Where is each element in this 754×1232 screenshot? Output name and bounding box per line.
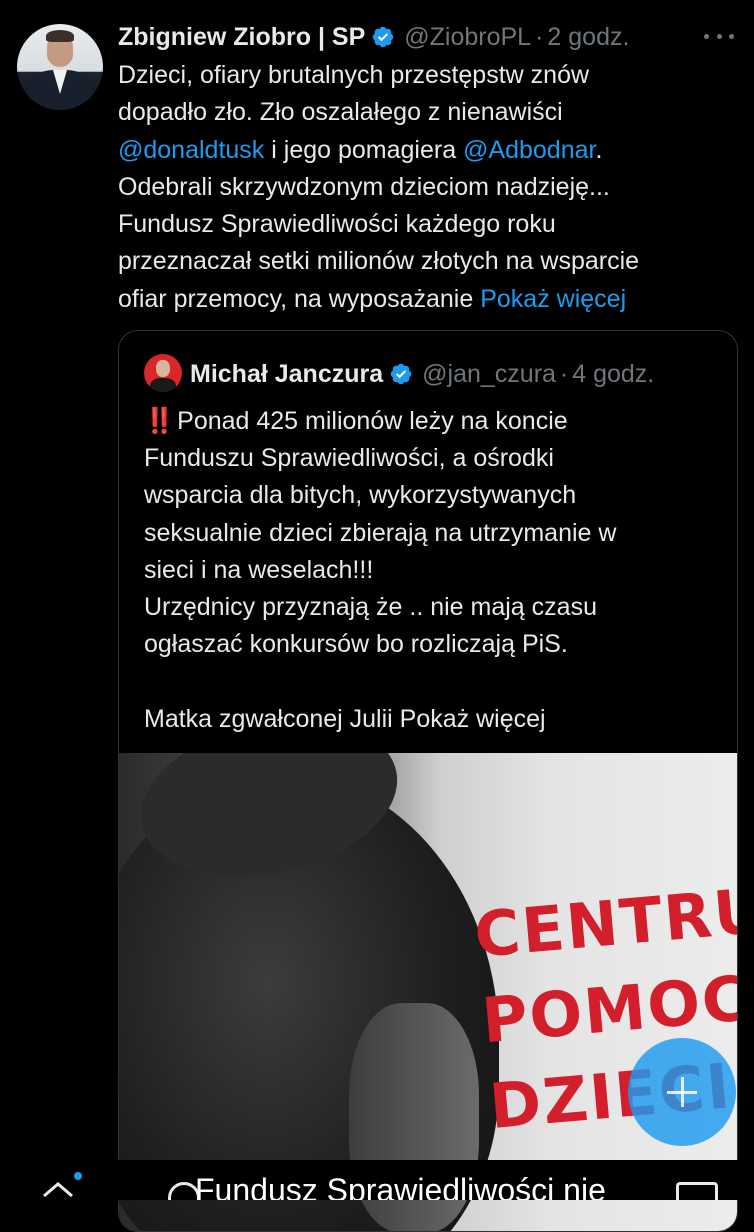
verified-badge-icon: [390, 363, 412, 385]
quote-text-line: [144, 663, 724, 700]
quote-text-line: wsparcia dla bitych, wykorzystywanych: [144, 481, 577, 510]
quote-text-line: ogłaszać konkursów bo rozliczają PiS.: [144, 630, 568, 659]
quote-avatar-head: [156, 360, 170, 377]
tweet-text-line: Odebrali skrzywdzonym dzieciom nadzieję.…: [118, 172, 610, 201]
more-icon[interactable]: [704, 28, 734, 44]
more-dot: [716, 33, 722, 39]
quote-text-fragment: Ponad 425 milionów leży na koncie: [177, 407, 568, 435]
more-dot: [704, 33, 709, 39]
bottom-navigation: Fundusz Sprawiedliwości nie: [0, 1160, 754, 1200]
tweet-text-line: dopadło zło. Zło oszalałego z nienawiści: [118, 98, 563, 127]
tweet-text-line: ofiar przemocy, na wyposażanie Pokaż wię…: [118, 281, 728, 318]
quote-text: ‼️ Ponad 425 milionów leży na koncie Fund…: [144, 403, 724, 738]
quote-header-separator: ·: [559, 359, 569, 388]
more-dot: [729, 33, 734, 39]
compose-plus-icon[interactable]: [628, 1038, 736, 1146]
quote-author-handle[interactable]: @jan_czura: [422, 360, 556, 389]
plus-glyph: [667, 1077, 697, 1107]
mail-icon[interactable]: [676, 1182, 718, 1200]
tweet-text-line: Fundusz Sprawiedliwości każdego roku: [118, 210, 556, 239]
tweet-text-fragment: i jego pomagiera: [264, 135, 464, 164]
quote-header: Michał Janczura @jan_czura · 4 godz.: [190, 358, 654, 390]
show-more-link[interactable]: Pokaż więcej: [480, 285, 626, 313]
author-name[interactable]: Zbigniew Ziobro | SP: [118, 23, 365, 52]
double-exclamation-icon: ‼️: [144, 407, 175, 435]
header-separator: ·: [535, 22, 544, 51]
quote-text-line: Matka zgwałconej Julii Pokaż więcej: [144, 704, 546, 733]
tweet-text-fragment: ofiar przemocy, na wyposażanie: [118, 284, 481, 313]
quote-text-line: Funduszu Sprawiedliwości, a ośrodki: [144, 444, 554, 473]
tweet-text-fragment: .: [595, 135, 603, 164]
mention-link[interactable]: @donaldtusk: [118, 136, 264, 164]
verified-badge-icon: [373, 26, 394, 48]
quote-text-line: seksualnie dzieci zbierają na utrzymanie…: [144, 518, 617, 547]
tweet-text-line: @donaldtusk i jego pomagiera @Adbodnar.: [118, 132, 728, 169]
avatar-hair: [46, 30, 74, 42]
quote-text-line: Urzędnicy przyznają że .. nie mają czasu: [144, 593, 597, 622]
mention-link[interactable]: @Adbodnar: [463, 136, 595, 164]
tweet-header: Zbigniew Ziobro | SP @ZiobroPL · 2 godz.: [118, 20, 629, 54]
quote-text-line: ‼️ Ponad 425 milionów leży na koncie: [144, 403, 724, 440]
author-handle[interactable]: @ZiobroPL: [404, 23, 531, 52]
link-preview-text: Fundusz Sprawiedliwości nie: [195, 1172, 606, 1200]
tweet-text: Dzieci, ofiary brutalnych przestępstw zn…: [118, 57, 728, 318]
quote-author-name[interactable]: Michał Janczura: [190, 360, 383, 389]
quote-time[interactable]: 4 godz.: [572, 360, 654, 389]
quote-text-line: sieci i na weselach!!!: [144, 555, 374, 584]
tweet-time[interactable]: 2 godz.: [547, 23, 629, 52]
quote-avatar-body: [150, 378, 176, 392]
home-icon[interactable]: [40, 1180, 76, 1200]
notification-dot-icon: [74, 1172, 82, 1180]
author-avatar[interactable]: [17, 24, 103, 110]
quote-author-avatar[interactable]: [144, 354, 182, 392]
tweet-text-line: Dzieci, ofiary brutalnych przestępstw zn…: [118, 61, 590, 89]
tweet-text-line: przeznaczał setki milionów złotych na ws…: [118, 247, 640, 276]
